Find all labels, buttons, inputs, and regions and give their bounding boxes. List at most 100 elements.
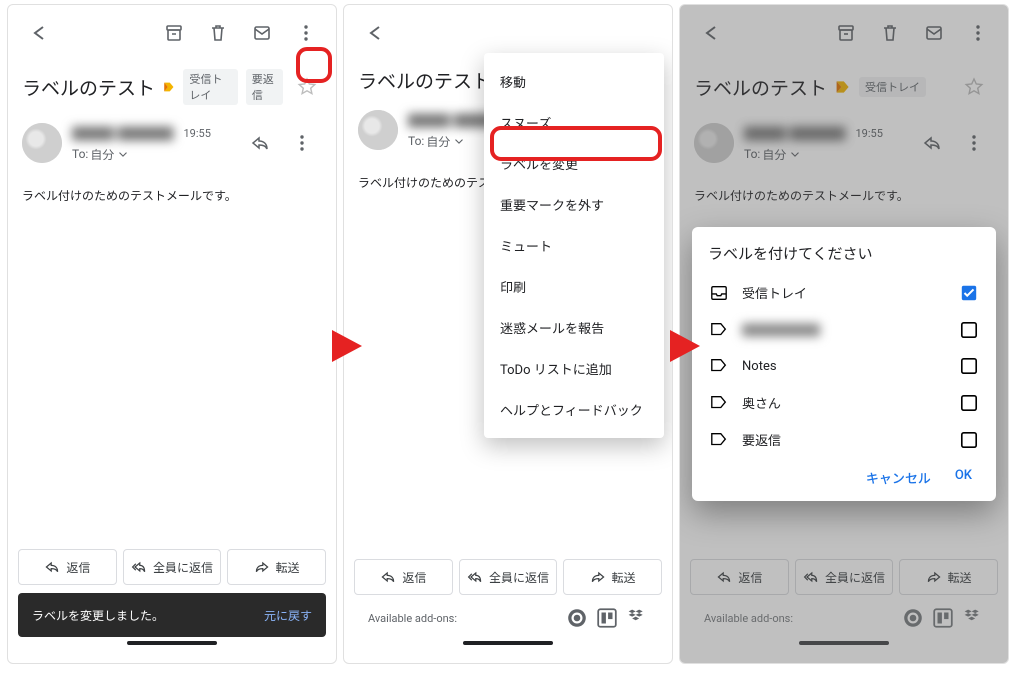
mail-icon: [924, 23, 944, 43]
delete-button[interactable]: [198, 13, 238, 53]
star-button[interactable]: [291, 67, 322, 107]
label-dialog: ラベルを付けてください 受信トレイ██████Notes奥さん要返信 キャンセル…: [692, 227, 996, 501]
sender-row: ███ ████ 19:55 To: 自分: [8, 117, 336, 169]
screen-1: ラベルのテスト 受信トレイ 要返信 ███ ████ 19:55 To: 自分: [7, 4, 337, 664]
dialog-label-row[interactable]: 要返信: [708, 421, 980, 458]
forward-button[interactable]: 転送: [227, 549, 326, 585]
sender-more-button[interactable]: [954, 123, 994, 163]
reply-button[interactable]: 返信: [18, 549, 117, 585]
trash-icon: [208, 23, 228, 43]
back-icon: [364, 23, 384, 43]
trash-icon: [880, 23, 900, 43]
time: 19:55: [855, 127, 882, 140]
menu-report-spam[interactable]: 迷惑メールを報告: [484, 307, 664, 348]
back-button[interactable]: [690, 13, 730, 53]
reply-button[interactable]: 返信: [690, 559, 789, 595]
forward-button[interactable]: 転送: [563, 559, 662, 595]
checkbox[interactable]: [960, 321, 978, 339]
more-button[interactable]: [286, 13, 326, 53]
dialog-cancel[interactable]: キャンセル: [866, 468, 931, 487]
addon-dropbox-icon[interactable]: [626, 607, 648, 629]
addon-adobe-icon[interactable]: [566, 607, 588, 629]
archive-button[interactable]: [154, 13, 194, 53]
checkbox[interactable]: [960, 431, 978, 449]
menu-move[interactable]: 移動: [484, 61, 664, 102]
importance-icon[interactable]: [163, 79, 175, 95]
avatar[interactable]: [694, 123, 734, 163]
back-button[interactable]: [18, 13, 58, 53]
reply-all-icon: [131, 559, 147, 575]
checkbox[interactable]: [960, 357, 978, 375]
reply-icon: [380, 569, 396, 585]
menu-unmark-important[interactable]: 重要マークを外す: [484, 184, 664, 225]
archive-icon: [836, 23, 856, 43]
dialog-ok[interactable]: OK: [955, 468, 972, 487]
reply-icon-button[interactable]: [912, 123, 952, 163]
reply-icon-button[interactable]: [240, 123, 280, 163]
checkbox[interactable]: [960, 394, 978, 412]
menu-print[interactable]: 印刷: [484, 266, 664, 307]
recipient-line[interactable]: To: 自分: [744, 146, 883, 163]
menu-add-todo[interactable]: ToDo リストに追加: [484, 348, 664, 389]
dialog-label-name: 受信トレイ: [742, 283, 807, 302]
menu-change-labels[interactable]: ラベルを変更: [484, 143, 664, 184]
home-indicator: [127, 641, 217, 645]
home-indicator: [463, 641, 553, 645]
sender-more-button[interactable]: [282, 123, 322, 163]
back-button[interactable]: [354, 13, 394, 53]
addon-trello-icon[interactable]: [596, 607, 618, 629]
avatar[interactable]: [358, 110, 398, 150]
delete-button[interactable]: [870, 13, 910, 53]
chip-inbox[interactable]: 受信トレイ: [859, 77, 926, 97]
chip-inbox[interactable]: 受信トレイ: [183, 69, 237, 105]
label-icon: [710, 394, 728, 412]
addon-trello-icon[interactable]: [932, 607, 954, 629]
more-icon: [964, 133, 984, 153]
menu-snooze[interactable]: スヌーズ: [484, 102, 664, 143]
archive-button[interactable]: [826, 13, 866, 53]
mark-unread-button[interactable]: [914, 13, 954, 53]
inbox-icon: [710, 284, 728, 302]
reply-button[interactable]: 返信: [354, 559, 453, 595]
menu-help[interactable]: ヘルプとフィードバック: [484, 389, 664, 430]
dialog-label-name: Notes: [742, 359, 777, 374]
message-body: ラベル付けのためのテストメールです。: [680, 169, 1008, 222]
dialog-label-row[interactable]: Notes: [708, 348, 980, 384]
recipient-line[interactable]: To: 自分: [72, 146, 211, 163]
dialog-label-row[interactable]: 受信トレイ: [708, 274, 980, 311]
checkbox[interactable]: [960, 284, 978, 302]
dialog-label-row[interactable]: 奥さん: [708, 384, 980, 421]
more-button[interactable]: [958, 13, 998, 53]
subject-text: ラベルのテスト: [694, 74, 827, 101]
more-icon: [968, 23, 988, 43]
expand-icon: [452, 134, 466, 148]
snackbar-undo[interactable]: 元に戻す: [264, 607, 312, 624]
mark-unread-button[interactable]: [242, 13, 282, 53]
subject-row: ラベルのテスト 受信トレイ: [680, 61, 1008, 117]
step-arrow-icon: [330, 326, 364, 366]
star-button[interactable]: [954, 67, 994, 107]
dialog-label-row[interactable]: ██████: [708, 311, 980, 348]
expand-icon: [116, 147, 130, 161]
addon-dropbox-icon[interactable]: [962, 607, 984, 629]
addons-row: Available add-ons:: [354, 603, 662, 637]
reply-all-button[interactable]: 全員に返信: [123, 549, 222, 585]
menu-mute[interactable]: ミュート: [484, 225, 664, 266]
chip-reply-needed[interactable]: 要返信: [246, 69, 283, 105]
expand-icon: [788, 147, 802, 161]
step-arrow-icon: [668, 326, 702, 366]
more-icon: [296, 23, 316, 43]
reply-all-button[interactable]: 全員に返信: [459, 559, 558, 595]
more-icon: [292, 133, 312, 153]
addon-adobe-icon[interactable]: [902, 607, 924, 629]
avatar[interactable]: [22, 123, 62, 163]
subject-text: ラベルのテスト: [22, 74, 155, 101]
importance-icon[interactable]: [835, 79, 851, 95]
time: 19:55: [183, 127, 210, 140]
forward-button[interactable]: 転送: [899, 559, 998, 595]
reply-all-button[interactable]: 全員に返信: [795, 559, 894, 595]
star-icon: [964, 77, 984, 97]
to-prefix: To:: [744, 147, 760, 161]
dialog-label-name: 奥さん: [742, 393, 781, 412]
forward-icon: [254, 559, 270, 575]
